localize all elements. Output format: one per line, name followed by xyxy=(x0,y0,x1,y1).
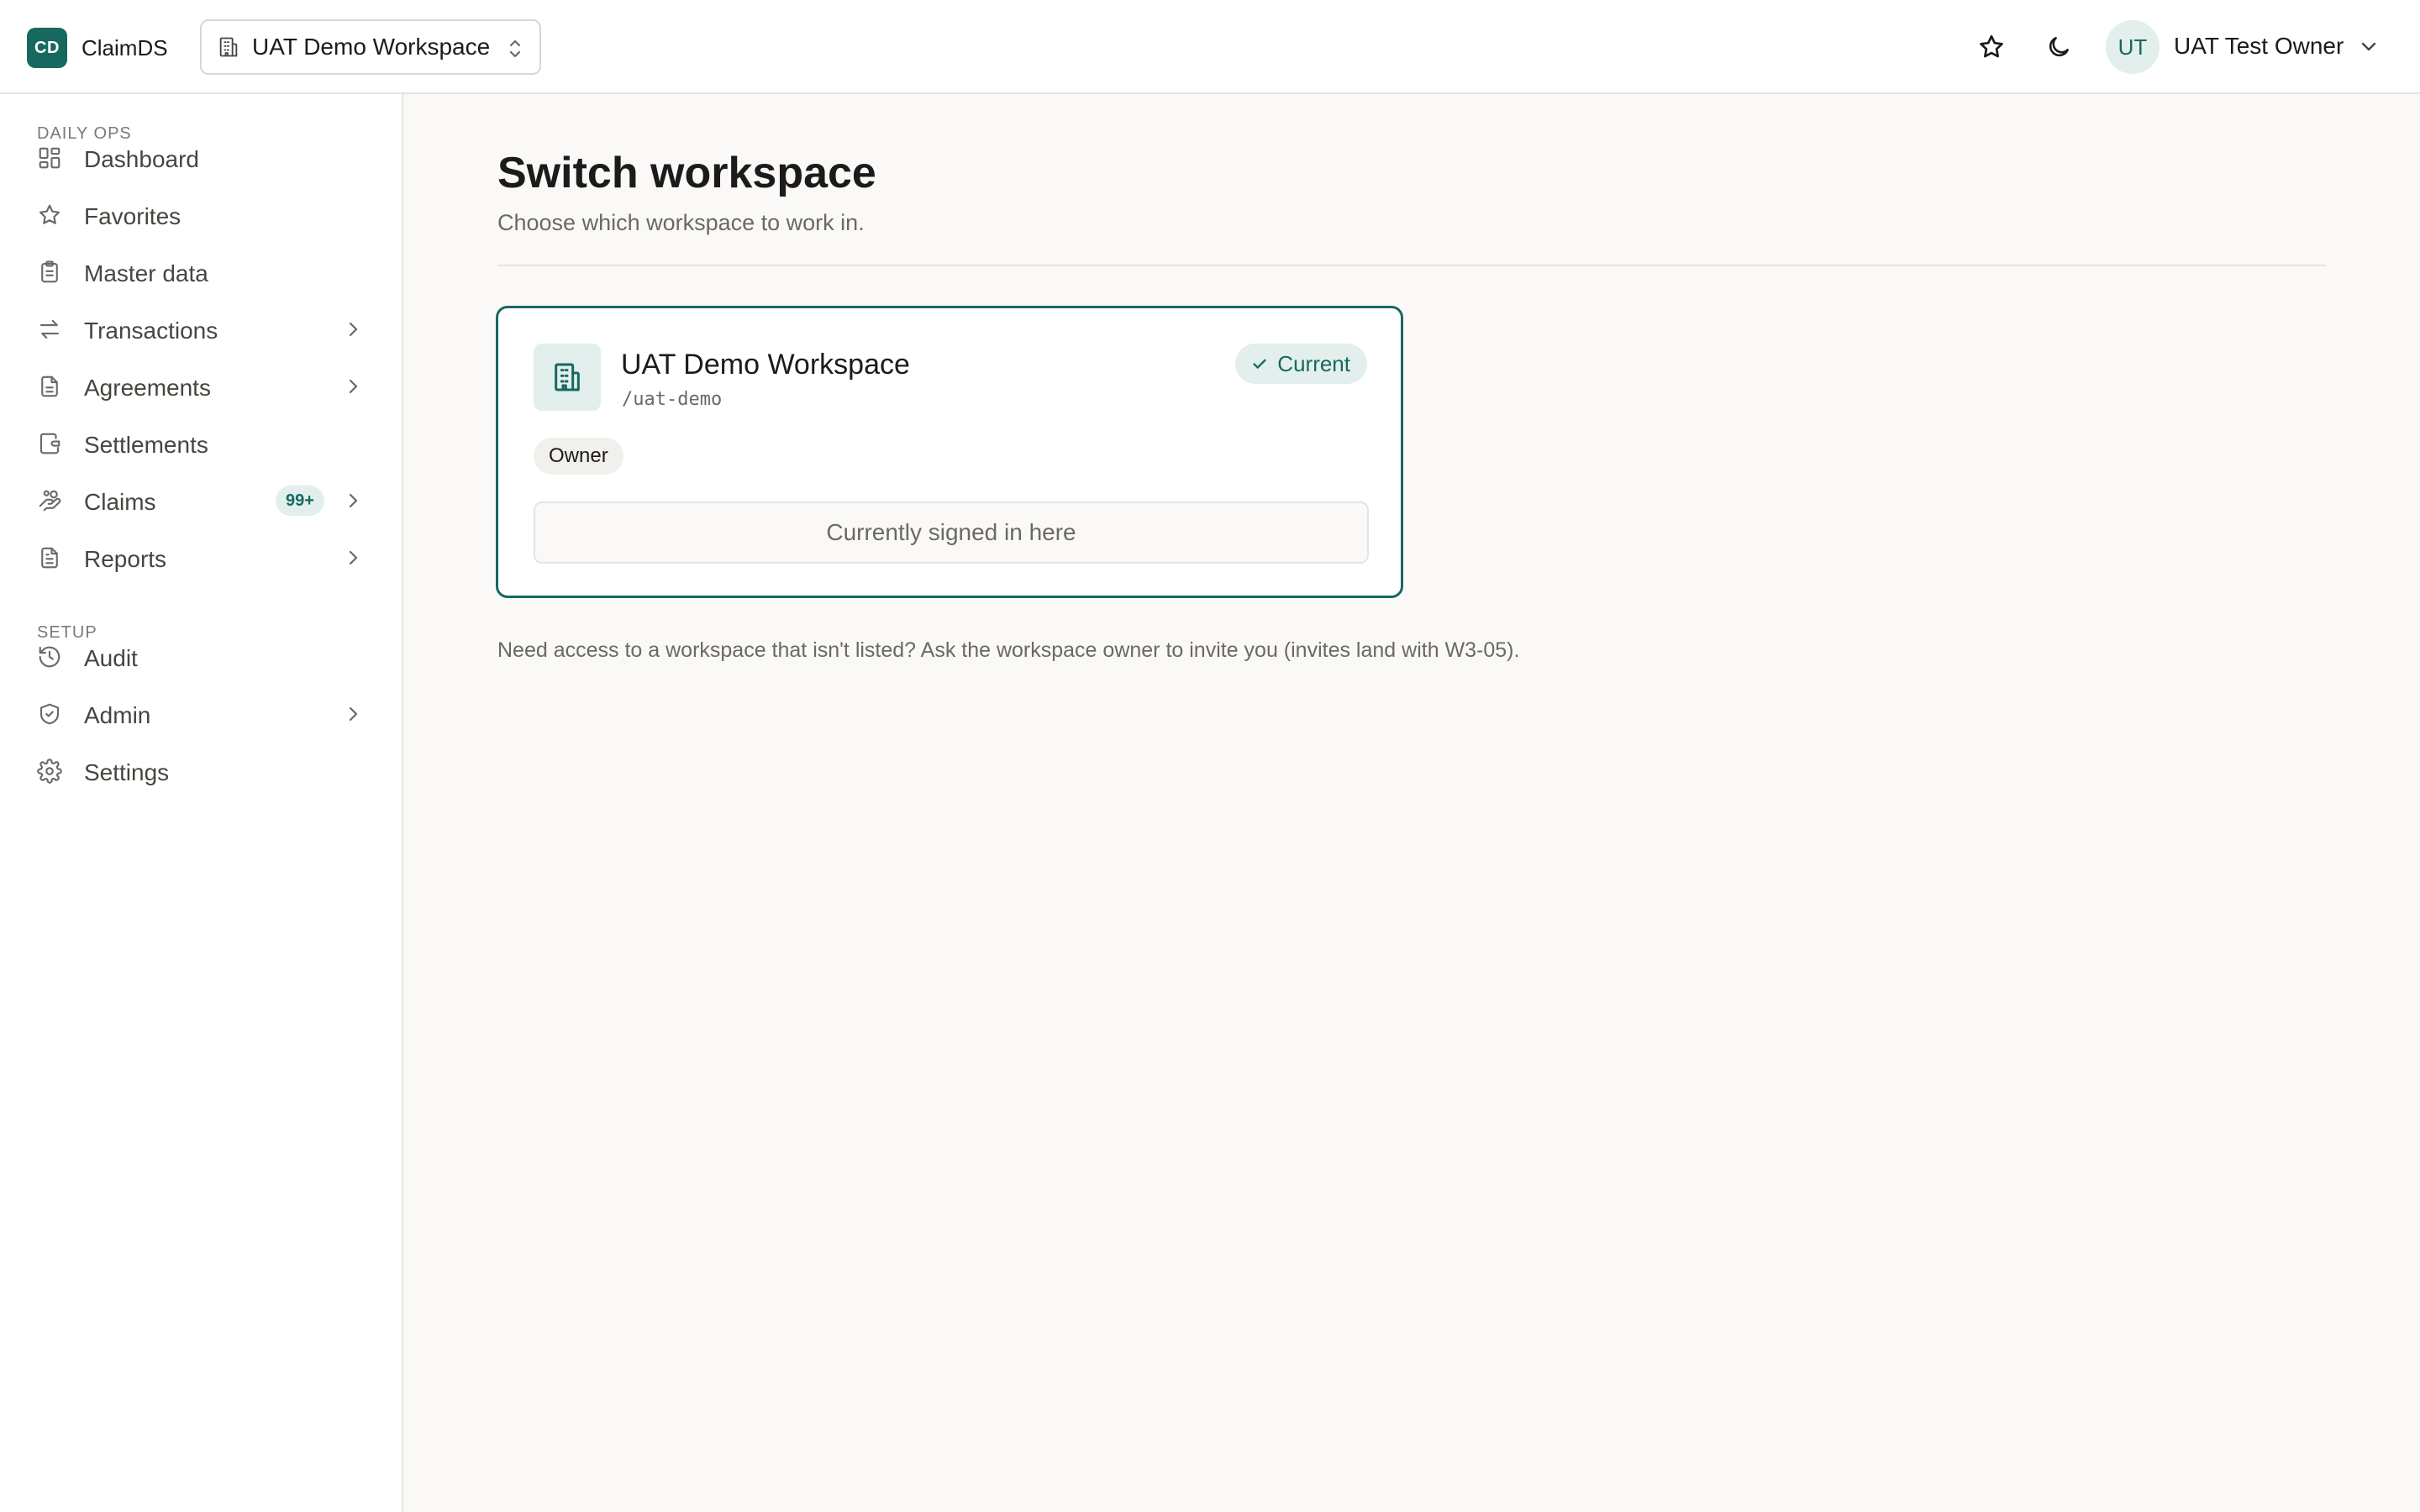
page-title: Switch workspace xyxy=(497,149,876,197)
sidebar-item-settlements[interactable]: Settlements xyxy=(20,418,383,469)
avatar[interactable]: UT xyxy=(2106,20,2160,74)
role-chip: Owner xyxy=(534,438,623,475)
chevron-right-icon xyxy=(346,377,360,396)
sidebar-item-agreements[interactable]: Agreements xyxy=(20,361,383,412)
help-text: Need access to a workspace that isn't li… xyxy=(497,638,1520,662)
sidebar-item-label: Admin xyxy=(84,702,151,728)
chevron-up-down-icon xyxy=(506,38,524,60)
chevron-right-icon xyxy=(346,491,360,510)
sidebar-item-master-data[interactable]: Master data xyxy=(20,247,383,297)
user-menu-name[interactable]: UAT Test Owner xyxy=(2174,33,2344,60)
signed-in-button[interactable]: Currently signed in here xyxy=(534,501,1369,564)
workspace-name: UAT Demo Workspace xyxy=(621,349,910,381)
wallet-icon xyxy=(37,431,62,456)
check-icon xyxy=(1250,354,1277,373)
shield-check-icon xyxy=(37,701,62,727)
document-icon xyxy=(37,374,62,399)
sidebar: DAILY OPS Dashboard Favorites Master dat… xyxy=(0,94,403,1512)
workspace-switcher-label: UAT Demo Workspace xyxy=(252,34,491,60)
workspace-card[interactable]: UAT Demo Workspace /uat-demo Current Own… xyxy=(496,306,1403,598)
sidebar-item-dashboard[interactable]: Dashboard xyxy=(20,133,383,183)
brand[interactable]: CD ClaimDS xyxy=(27,28,168,68)
sidebar-item-label: Master data xyxy=(84,260,208,286)
divider xyxy=(497,265,2326,266)
clipboard-icon xyxy=(37,260,62,285)
sidebar-item-label: Favorites xyxy=(84,203,182,229)
gear-icon xyxy=(37,759,62,784)
moon-icon xyxy=(2045,34,2072,60)
star-icon xyxy=(1977,33,2006,61)
sidebar-item-label: Dashboard xyxy=(84,146,199,172)
report-icon xyxy=(37,545,62,570)
sidebar-item-label: Agreements xyxy=(84,375,211,401)
sidebar-item-settings[interactable]: Settings xyxy=(20,746,383,796)
chevron-down-icon[interactable] xyxy=(2358,37,2380,57)
sidebar-item-label: Reports xyxy=(84,546,167,572)
sidebar-item-label: Transactions xyxy=(84,318,218,344)
sidebar-item-label: Claims xyxy=(84,489,156,515)
sidebar-item-transactions[interactable]: Transactions xyxy=(20,304,383,354)
hand-coins-icon xyxy=(37,488,62,513)
sidebar-item-admin[interactable]: Admin xyxy=(20,689,383,739)
building-icon xyxy=(217,35,240,59)
workspace-slug: /uat-demo xyxy=(622,389,723,410)
building-icon xyxy=(534,344,601,411)
sidebar-item-label: Settings xyxy=(84,759,170,785)
workspace-switcher[interactable]: UAT Demo Workspace xyxy=(200,19,541,75)
count-badge: 99+ xyxy=(276,486,324,516)
status-badge-label: Current xyxy=(1277,350,1350,376)
chevron-right-icon xyxy=(346,705,360,723)
sidebar-item-claims[interactable]: Claims 99+ xyxy=(20,475,383,526)
top-bar: CD ClaimDS UAT Demo Workspace UT UAT Tes… xyxy=(0,0,2420,94)
chevron-right-icon xyxy=(346,320,360,339)
status-badge: Current xyxy=(1235,344,1367,384)
history-icon xyxy=(37,644,62,669)
arrows-exchange-icon xyxy=(37,317,62,342)
brand-name: ClaimDS xyxy=(82,34,168,60)
theme-toggle-button[interactable] xyxy=(2040,29,2077,66)
sidebar-item-reports[interactable]: Reports xyxy=(20,533,383,583)
sidebar-item-favorites[interactable]: Favorites xyxy=(20,190,383,240)
page-subtitle: Choose which workspace to work in. xyxy=(497,210,865,235)
dashboard-icon xyxy=(37,145,62,171)
sidebar-item-label: Audit xyxy=(84,645,138,671)
sidebar-item-audit[interactable]: Audit xyxy=(20,632,383,682)
star-icon xyxy=(37,202,62,228)
favorites-button[interactable] xyxy=(1973,29,2010,66)
chevron-right-icon xyxy=(346,549,360,567)
brand-logo: CD xyxy=(27,28,67,68)
sidebar-item-label: Settlements xyxy=(84,432,208,458)
